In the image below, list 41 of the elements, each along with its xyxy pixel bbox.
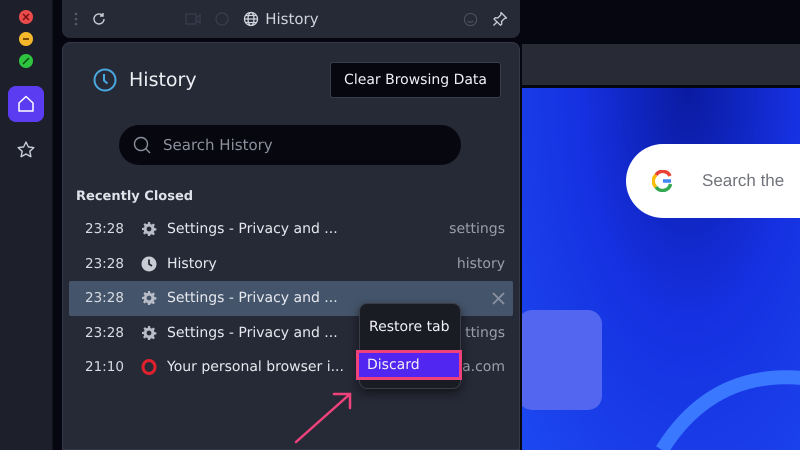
globe-icon [243,11,260,27]
page-url: history [456,256,505,272]
search-icon [133,136,151,154]
gear-icon [141,324,157,341]
menu-item[interactable]: Discard [356,350,462,380]
gear-icon [141,221,157,238]
page-url: settings [449,221,505,238]
maximize-icon[interactable] [19,54,33,68]
pin-icon[interactable] [492,11,508,27]
g-logo-icon [652,170,674,192]
page-title[interactable]: Settings - Privacy and ... [167,290,338,306]
clock-icon [141,256,157,272]
section-heading: Recently Closed [76,189,194,204]
tab-title: History [265,10,319,28]
time-text: 23:28 [85,290,125,306]
close-icon[interactable] [19,10,33,24]
time-text: 21:10 [85,359,125,376]
close-icon[interactable] [492,292,505,305]
panel-title: History [129,69,197,91]
page-url: a.com [462,359,505,376]
clock-icon [93,68,117,92]
page-title[interactable]: Settings - Privacy and ... [167,324,338,341]
reload-icon[interactable] [92,12,106,26]
page-title[interactable]: Settings - Privacy and ... [167,221,338,238]
clear-browsing-data-button[interactable]: Clear Browsing Data [330,62,501,98]
page-url: ttings [465,324,505,341]
web-search-field[interactable]: Search the [626,144,800,218]
star-icon [16,140,36,160]
time-text: 23:28 [85,324,125,341]
time-text: 23:28 [85,256,125,272]
minimize-icon[interactable] [19,32,33,46]
page-title[interactable]: Your personal browser i... [167,359,344,376]
gear-icon [141,290,157,306]
page-title[interactable]: History [167,256,217,272]
sidebar-item[interactable] [8,86,44,122]
speed-dial-tile[interactable] [522,310,602,410]
opera-logo-icon [141,359,157,376]
home-icon [16,94,36,114]
history-row[interactable]: 23:28 Settings - Privacy and ... [69,281,513,316]
search-field[interactable]: Search History [119,125,461,165]
time-text: 23:28 [85,221,125,238]
